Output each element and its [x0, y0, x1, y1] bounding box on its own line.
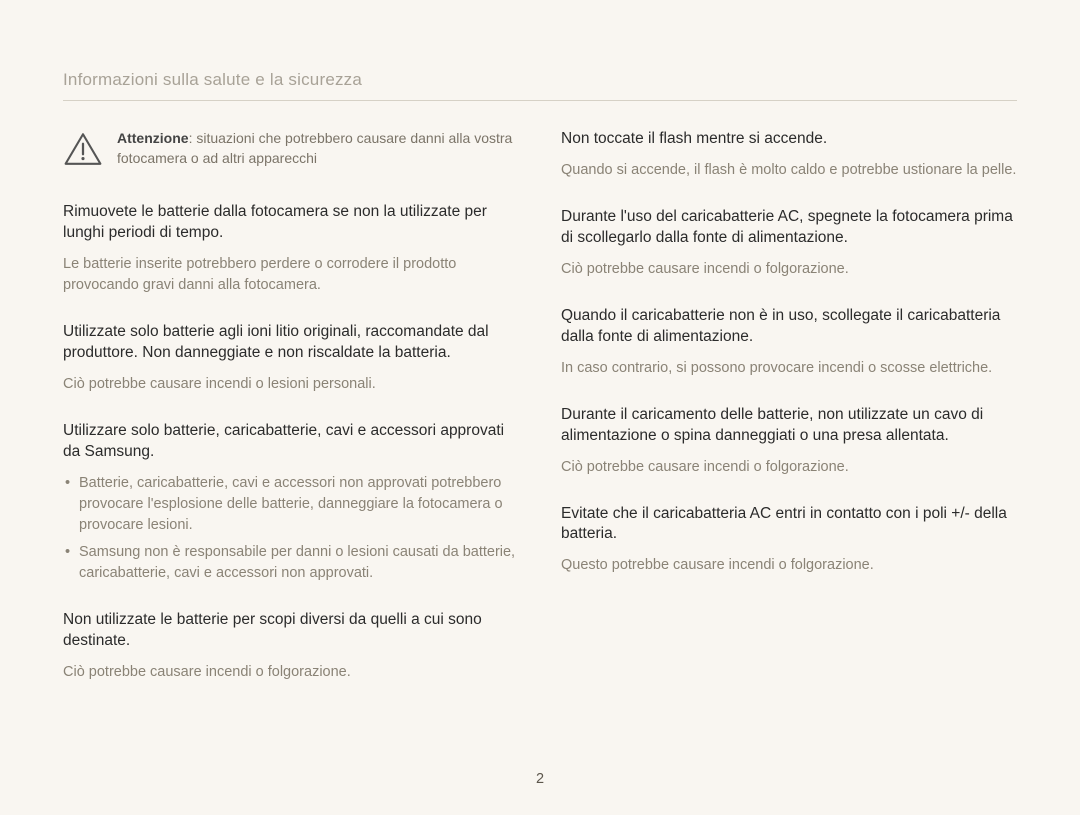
header-divider	[63, 100, 1017, 101]
section-body: In caso contrario, si possono provocare …	[561, 358, 1017, 379]
page-number: 2	[0, 771, 1080, 787]
section-title: Durante il caricamento delle batterie, n…	[561, 405, 1017, 447]
caution-box: Attenzione: situazioni che potrebbero ca…	[63, 129, 519, 172]
section-body: Ciò potrebbe causare incendi o folgorazi…	[63, 662, 519, 683]
section-title: Rimuovete le batterie dalla fotocamera s…	[63, 202, 519, 244]
section-title: Durante l'uso del caricabatterie AC, spe…	[561, 207, 1017, 249]
section-title: Evitate che il caricabatteria AC entri i…	[561, 504, 1017, 546]
bullet-list: Batterie, caricabatterie, cavi e accesso…	[63, 473, 519, 584]
caution-text: Attenzione: situazioni che potrebbero ca…	[117, 129, 519, 168]
caution-label: Attenzione	[117, 130, 189, 146]
section-body: Questo potrebbe causare incendi o folgor…	[561, 555, 1017, 576]
section-title: Quando il caricabatterie non è in uso, s…	[561, 306, 1017, 348]
list-item: Samsung non è responsabile per danni o l…	[63, 542, 519, 584]
list-item: Batterie, caricabatterie, cavi e accesso…	[63, 473, 519, 536]
section-body: Ciò potrebbe causare incendi o folgorazi…	[561, 457, 1017, 478]
section-title: Non toccate il flash mentre si accende.	[561, 129, 1017, 150]
section-body: Ciò potrebbe causare incendi o folgorazi…	[561, 259, 1017, 280]
page-header: Informazioni sulla salute e la sicurezza	[63, 70, 1017, 90]
right-column: Non toccate il flash mentre si accende. …	[561, 129, 1017, 709]
warning-triangle-icon	[63, 131, 103, 172]
section-body: Ciò potrebbe causare incendi o lesioni p…	[63, 374, 519, 395]
section-body: Quando si accende, il flash è molto cald…	[561, 160, 1017, 181]
section-title: Utilizzate solo batterie agli ioni litio…	[63, 322, 519, 364]
section-body: Le batterie inserite potrebbero perdere …	[63, 254, 519, 296]
section-title: Utilizzare solo batterie, caricabatterie…	[63, 421, 519, 463]
section-title: Non utilizzate le batterie per scopi div…	[63, 610, 519, 652]
left-column: Attenzione: situazioni che potrebbero ca…	[63, 129, 519, 709]
content-area: Attenzione: situazioni che potrebbero ca…	[63, 129, 1017, 709]
